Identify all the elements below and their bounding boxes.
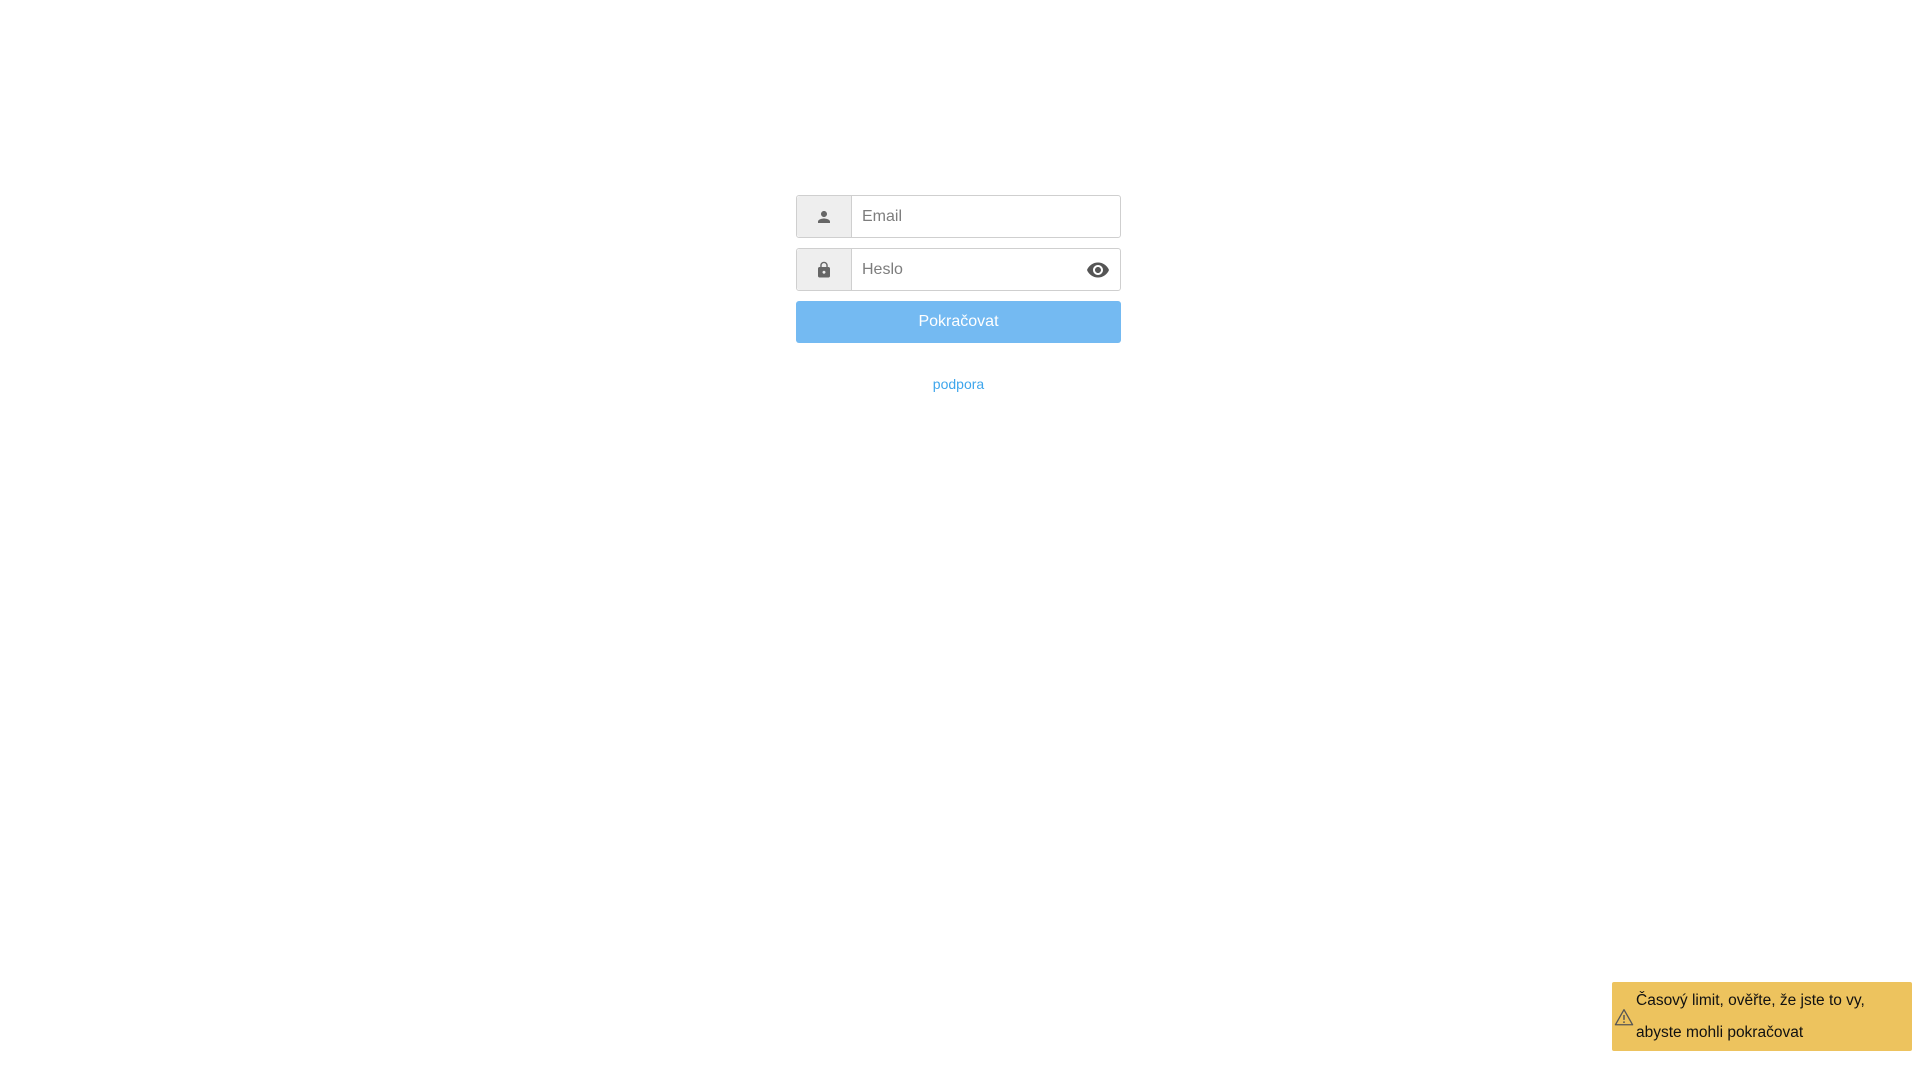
- login-form: Pokračovat podpora: [796, 195, 1121, 392]
- support-link[interactable]: podpora: [796, 376, 1121, 392]
- warning-icon: [1612, 1008, 1636, 1026]
- password-field-wrap: [852, 249, 1120, 290]
- eye-icon[interactable]: [1086, 258, 1110, 282]
- password-input-group: [796, 248, 1121, 291]
- person-icon: [797, 196, 852, 237]
- email-field-wrap: [852, 196, 1120, 237]
- toast-message: Časový limit, ověřte, že jste to vy, aby…: [1636, 991, 1865, 1041]
- lock-icon: [797, 249, 852, 290]
- password-input[interactable]: [852, 249, 1120, 290]
- email-input-group: [796, 195, 1121, 238]
- email-input[interactable]: [852, 196, 1120, 237]
- continue-button[interactable]: Pokračovat: [796, 301, 1121, 343]
- timeout-toast: Časový limit, ověřte, že jste to vy, aby…: [1612, 982, 1912, 1051]
